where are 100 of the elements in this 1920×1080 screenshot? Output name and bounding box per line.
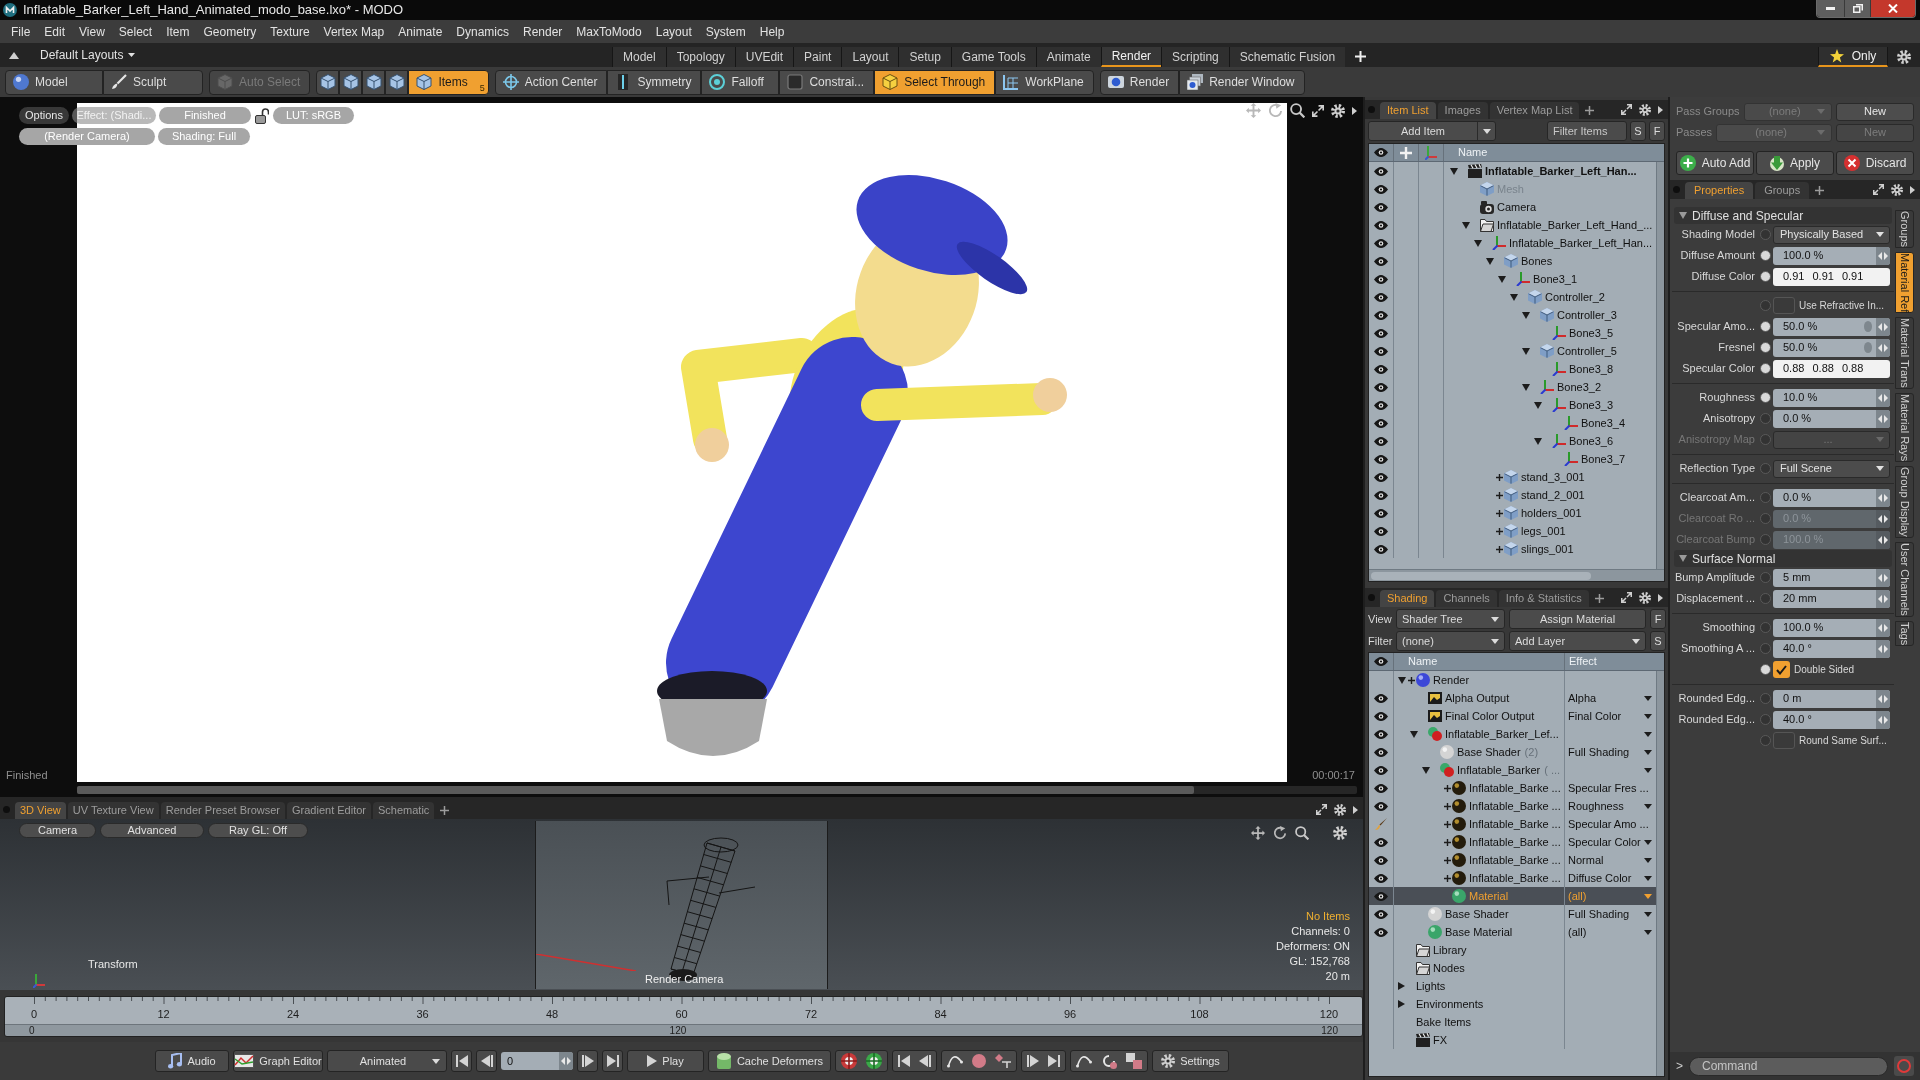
- number-field[interactable]: 40.0 °: [1773, 639, 1890, 658]
- item-name[interactable]: Material: [1469, 887, 1509, 905]
- view-tab[interactable]: Gradient Editor: [287, 802, 371, 819]
- eye-icon[interactable]: [1374, 544, 1388, 554]
- toolbar-button[interactable]: [385, 69, 409, 95]
- item-name[interactable]: Bone3_1: [1533, 270, 1578, 288]
- caret-icon[interactable]: [1644, 803, 1652, 809]
- spin-arrows-icon[interactable]: [1876, 338, 1890, 357]
- layout-tab[interactable]: Setup: [898, 47, 951, 67]
- channel-dot-icon[interactable]: [1760, 363, 1771, 374]
- item-name[interactable]: Controller_3: [1557, 306, 1617, 324]
- eye-icon[interactable]: [1374, 693, 1388, 703]
- layout-tab[interactable]: Model: [612, 47, 666, 67]
- eye-icon[interactable]: [1374, 418, 1388, 428]
- item-name[interactable]: Bones: [1521, 252, 1553, 270]
- item-name[interactable]: Bone3_7: [1581, 450, 1626, 468]
- channel-dot-icon[interactable]: [1760, 392, 1771, 403]
- eye-icon[interactable]: [1374, 657, 1388, 666]
- eye-icon[interactable]: [1374, 729, 1388, 739]
- caret-icon[interactable]: [1644, 749, 1652, 755]
- eye-icon[interactable]: [1374, 436, 1388, 446]
- layout-tab[interactable]: Schematic Fusion: [1228, 47, 1346, 67]
- add-layer-dropdown[interactable]: Add Layer: [1509, 631, 1646, 651]
- add-tab-icon[interactable]: [1594, 594, 1604, 603]
- horizontal-scrollbar[interactable]: [1369, 569, 1664, 581]
- toolbar-button[interactable]: Select Through: [874, 69, 996, 95]
- channel-dot-icon[interactable]: [1760, 714, 1771, 725]
- action-button[interactable]: Apply: [1756, 151, 1834, 175]
- lock-icon[interactable]: [255, 107, 269, 124]
- item-name[interactable]: Base Shader: [1457, 743, 1521, 761]
- spin-arrows-icon[interactable]: [1876, 710, 1890, 729]
- search-icon[interactable]: [1290, 103, 1305, 118]
- item-name[interactable]: Bone3_3: [1569, 396, 1614, 414]
- item-name[interactable]: Inflatable_Barker_Left_Han...: [1509, 234, 1653, 252]
- layout-tab[interactable]: Layout: [841, 47, 899, 67]
- item-name[interactable]: Lights: [1416, 977, 1446, 995]
- vertical-scrollbar[interactable]: [1656, 162, 1664, 569]
- tree-row[interactable]: Material (all): [1369, 887, 1656, 905]
- view-dropdown[interactable]: Shader Tree: [1396, 609, 1505, 629]
- number-field[interactable]: 50.0 %: [1773, 338, 1890, 357]
- skip-to-end-icon[interactable]: [1048, 1055, 1060, 1067]
- plus-icon[interactable]: [1496, 473, 1503, 481]
- expand-arrow-icon[interactable]: [1534, 437, 1542, 445]
- panel-tab[interactable]: Channels: [1436, 590, 1497, 607]
- toolbar-button[interactable]: Constrai...: [779, 69, 875, 95]
- eye-icon[interactable]: [1374, 202, 1388, 212]
- view-tab[interactable]: Render Preset Browser: [160, 802, 285, 819]
- filter-field[interactable]: Filter Items: [1547, 121, 1627, 141]
- eye-icon[interactable]: [1374, 711, 1388, 721]
- eye-icon[interactable]: [1374, 891, 1388, 901]
- panel-tab[interactable]: Images: [1437, 102, 1488, 119]
- eye-icon[interactable]: [1374, 472, 1388, 482]
- circle-icon[interactable]: [972, 1054, 986, 1068]
- side-tab[interactable]: Material Ref: [1895, 252, 1914, 314]
- expand-arrow-icon[interactable]: [1510, 293, 1518, 301]
- checkbox[interactable]: [1773, 732, 1795, 749]
- toolbar-button[interactable]: Symmetry: [607, 69, 702, 95]
- item-name[interactable]: Controller_2: [1545, 288, 1605, 306]
- maximize-button[interactable]: [1844, 0, 1870, 17]
- settings-icon[interactable]: [1331, 103, 1345, 118]
- number-field[interactable]: 0.0 %: [1773, 488, 1890, 507]
- caret-icon[interactable]: [1644, 929, 1652, 935]
- toolbar-button[interactable]: Items 5: [408, 69, 489, 95]
- side-tab[interactable]: Group Display: [1895, 466, 1914, 539]
- channel-dot-icon[interactable]: [1760, 413, 1771, 424]
- layout-tab[interactable]: Animate: [1035, 47, 1101, 67]
- item-name[interactable]: stand_3_001: [1521, 468, 1585, 486]
- curve-icon[interactable]: [1076, 1054, 1092, 1068]
- side-tab[interactable]: Tags: [1895, 620, 1914, 647]
- search-icon[interactable]: [1295, 826, 1309, 840]
- frame-field[interactable]: 0: [501, 1052, 573, 1070]
- expand-arrow-icon[interactable]: [1534, 401, 1542, 409]
- expand-arrow-icon[interactable]: [1522, 311, 1530, 319]
- curve-icon[interactable]: [947, 1054, 963, 1068]
- checkbox[interactable]: [1773, 661, 1790, 678]
- expand-arrow-icon[interactable]: [1522, 347, 1530, 355]
- toggle-button[interactable]: S: [1630, 121, 1646, 141]
- item-name[interactable]: Bake Items: [1416, 1013, 1472, 1031]
- channel-dot-icon[interactable]: [1760, 664, 1771, 675]
- audio-button[interactable]: Audio: [155, 1050, 229, 1072]
- section-header[interactable]: Surface Normal: [1674, 550, 1892, 567]
- plus-icon[interactable]: [1496, 509, 1503, 517]
- item-name[interactable]: holders_001: [1521, 504, 1582, 522]
- menu-item[interactable]: Dynamics: [449, 22, 516, 41]
- expand-arrow-icon[interactable]: [1410, 730, 1418, 738]
- menu-item[interactable]: Texture: [263, 22, 317, 41]
- side-tab[interactable]: User Channels: [1895, 542, 1914, 617]
- mode-dropdown[interactable]: Animated: [327, 1050, 447, 1072]
- dropdown[interactable]: Full Scene: [1773, 459, 1890, 478]
- item-name[interactable]: Base Shader: [1445, 905, 1509, 923]
- spin-arrows-icon[interactable]: [1876, 488, 1890, 507]
- menu-item[interactable]: MaxToModo: [569, 22, 649, 41]
- maximize-icon[interactable]: [1312, 104, 1324, 117]
- expand-arrow-icon[interactable]: [1474, 239, 1482, 247]
- number-field[interactable]: 50.0 %: [1773, 317, 1890, 336]
- plus-icon[interactable]: [1496, 545, 1503, 553]
- plus-icon[interactable]: [1444, 820, 1451, 828]
- layout-tab[interactable]: Scripting: [1161, 47, 1229, 67]
- expand-arrow-icon[interactable]: [1486, 257, 1494, 265]
- item-name[interactable]: Inflatable_Barker: [1457, 761, 1541, 779]
